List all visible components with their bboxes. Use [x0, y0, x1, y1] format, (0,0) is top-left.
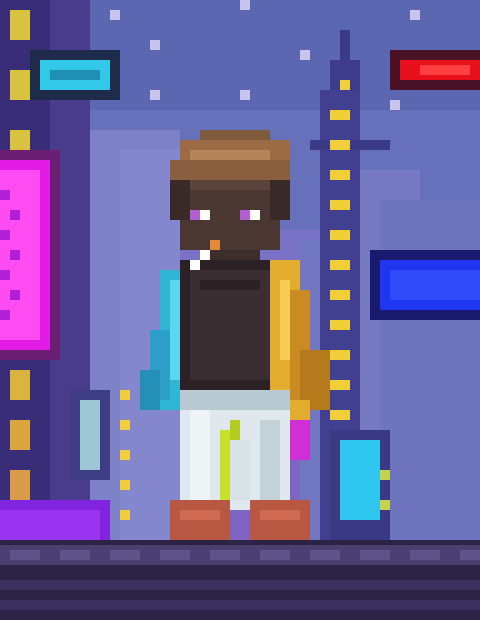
magenta-neon-sign: [0, 150, 60, 360]
cyan-neon-sign: [30, 50, 120, 100]
left-ground-glow-inner: [0, 510, 100, 540]
magenta-glow: [290, 420, 310, 460]
character-shirt: [180, 250, 280, 390]
character-face: [170, 180, 290, 250]
character-right-eye: [250, 210, 260, 220]
right-cyan-box: [330, 430, 390, 540]
left-glass-panel: [70, 390, 110, 480]
red-neon-sign: [390, 50, 480, 90]
blue-neon-sign: [370, 250, 480, 320]
character-left-eye: [200, 210, 210, 220]
game-scene: [0, 0, 480, 620]
pixel-art-scene: [0, 0, 480, 620]
character-pants: [180, 390, 290, 510]
sidewalk: [0, 540, 480, 620]
